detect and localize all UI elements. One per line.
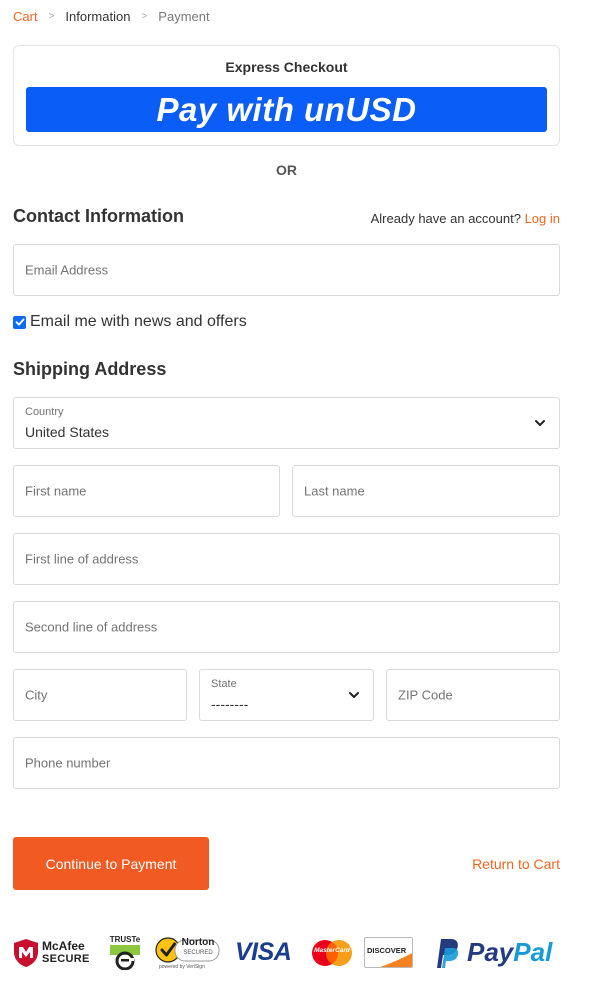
address-line2-placeholder: Second line of address <box>25 619 158 635</box>
breadcrumb-cart-link[interactable]: Cart <box>13 9 38 24</box>
express-checkout-title: Express Checkout <box>225 59 348 75</box>
phone-placeholder: Phone number <box>25 755 111 771</box>
truste-badge: TRUSTe <box>107 930 143 975</box>
mcafee-shield-icon <box>14 938 38 967</box>
address-line1-placeholder: First line of address <box>25 551 139 567</box>
newsletter-label: Email me with news and offers <box>30 313 247 330</box>
city-field[interactable]: City <box>13 669 187 721</box>
truste-seal-icon <box>110 945 140 970</box>
paypal-pal-text: Pal <box>513 937 553 967</box>
chevron-down-icon <box>349 692 359 698</box>
express-checkout-panel: Express Checkout Pay with unUSD <box>13 45 560 146</box>
address-line1-field[interactable]: First line of address <box>13 533 560 585</box>
country-value: United States <box>25 424 110 440</box>
account-prompt: Already have an account? Log in <box>371 211 560 226</box>
account-prompt-text: Already have an account? <box>370 211 521 226</box>
continue-to-payment-button[interactable]: Continue to Payment <box>13 837 209 890</box>
norton-secured-text: SECURED <box>183 950 213 956</box>
state-label: State <box>211 678 237 690</box>
first-name-placeholder: First name <box>25 483 87 499</box>
phone-field[interactable]: Phone number <box>13 737 560 789</box>
city-placeholder: City <box>25 687 48 703</box>
breadcrumb-separator: > <box>141 11 148 22</box>
newsletter-option[interactable]: Email me with news and offers <box>13 313 247 331</box>
zip-code-field[interactable]: ZIP Code <box>386 669 560 721</box>
country-select[interactable]: Country United States <box>13 397 560 449</box>
email-field[interactable]: Email Address <box>13 244 560 296</box>
state-select[interactable]: State -------- <box>199 669 374 721</box>
email-placeholder: Email Address <box>25 262 109 278</box>
mastercard-logo: MasterCard <box>311 930 355 975</box>
paypal-logo: Pay Pal <box>431 930 561 975</box>
shipping-address-title: Shipping Address <box>13 359 167 379</box>
discover-stripe-icon <box>380 953 412 967</box>
mcafee-secure-text: SECURE <box>42 952 90 965</box>
paypal-pay-text: Pay <box>467 937 514 967</box>
norton-powered-text: powered by VeriSign <box>159 964 205 970</box>
zip-code-placeholder: ZIP Code <box>398 687 453 703</box>
pay-with-unusd-button[interactable]: Pay with unUSD <box>26 87 547 132</box>
first-name-field[interactable]: First name <box>13 465 280 517</box>
breadcrumb-separator: > <box>48 11 55 22</box>
norton-secured-badge: Norton SECURED powered by VeriSign <box>155 930 221 975</box>
visa-logo: VISA <box>235 930 301 975</box>
or-divider: OR <box>276 162 297 178</box>
breadcrumb: Cart > Information > Payment <box>13 9 210 24</box>
last-name-placeholder: Last name <box>304 483 365 499</box>
checkmark-icon <box>15 318 24 326</box>
breadcrumb-payment: Payment <box>158 9 210 24</box>
address-line2-field[interactable]: Second line of address <box>13 601 560 653</box>
login-link[interactable]: Log in <box>525 211 560 226</box>
country-label: Country <box>25 406 64 418</box>
trust-badges-row: McAfee SECURE TRUSTe Norton SECURED powe… <box>13 930 561 975</box>
newsletter-checkbox[interactable] <box>13 315 26 329</box>
visa-text: VISA <box>235 938 292 966</box>
norton-logo-text: Norton <box>181 937 215 948</box>
truste-text: TRUSTe <box>109 935 141 944</box>
contact-information-title: Contact Information <box>13 206 184 226</box>
last-name-field[interactable]: Last name <box>292 465 560 517</box>
mastercard-text: MasterCard <box>314 947 350 954</box>
paypal-p-icon <box>437 938 459 968</box>
return-to-cart-link[interactable]: Return to Cart <box>472 856 560 872</box>
mcafee-logo-text: McAfee <box>42 938 85 953</box>
breadcrumb-information: Information <box>65 9 131 24</box>
discover-logo: DISCOVER <box>364 930 414 975</box>
chevron-down-icon <box>535 420 545 426</box>
state-value: -------- <box>211 696 249 712</box>
mcafee-secure-badge: McAfee SECURE <box>13 930 95 975</box>
